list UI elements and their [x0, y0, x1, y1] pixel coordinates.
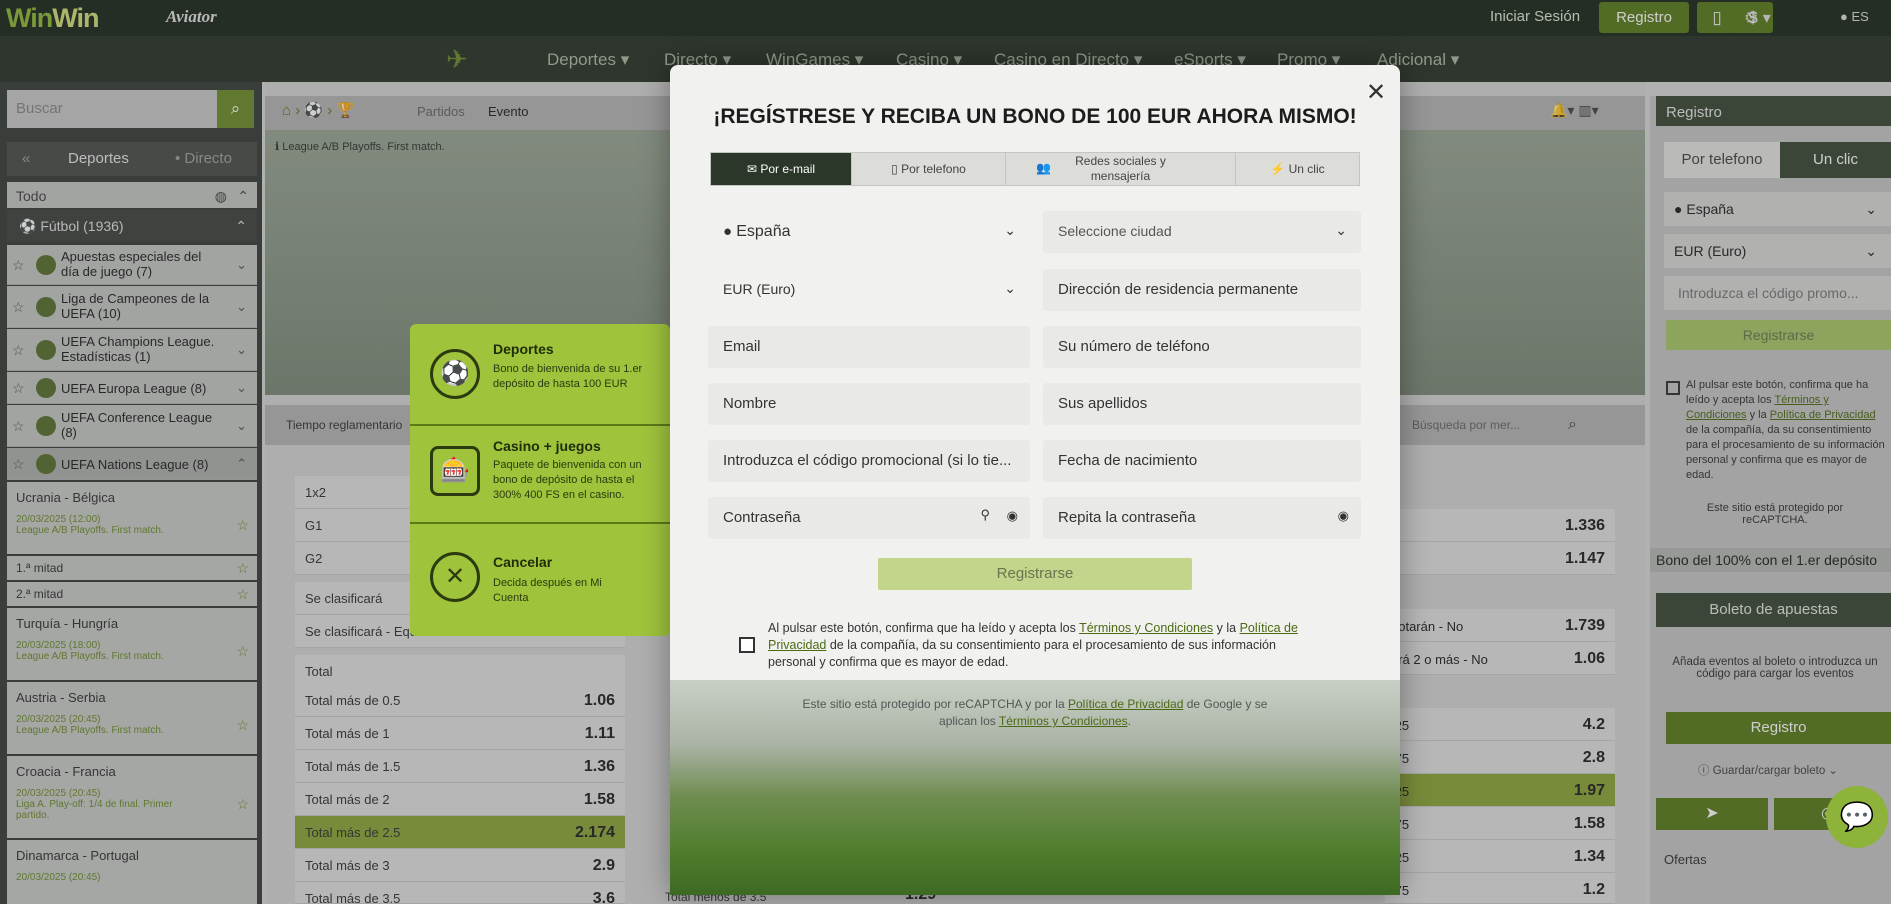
tab-label: Por telefono: [901, 162, 966, 176]
phone-field[interactable]: Su número de teléfono: [1043, 326, 1361, 368]
captcha-part: Este sitio está protegido por reCAPTCHA …: [802, 697, 1068, 711]
google-terms-link[interactable]: Términos y Condiciones: [999, 714, 1128, 728]
tab-label: Un clic: [1288, 162, 1325, 176]
promo-code-field[interactable]: Introduzca el código promocional (si lo …: [708, 440, 1030, 482]
address-input[interactable]: Dirección de residencia permanente: [1043, 269, 1361, 311]
country-label: España: [736, 223, 791, 240]
city-select[interactable]: Seleccione ciudad ⌄: [1043, 211, 1361, 253]
bonus-option-title: Casino + juegos: [493, 438, 601, 454]
bonus-option-sports[interactable]: ⚽ Deportes Bono de bienvenida de su 1.er…: [410, 324, 670, 426]
bonus-choice-panel: ⚽ Deportes Bono de bienvenida de su 1.er…: [410, 324, 670, 636]
chevron-down-icon: ⌄: [1004, 222, 1016, 238]
google-privacy-link[interactable]: Política de Privacidad: [1068, 697, 1183, 711]
repeat-password-field[interactable]: Repita la contraseña ◉: [1043, 497, 1361, 539]
terms-link[interactable]: Términos y Condiciones: [1079, 621, 1213, 635]
birth-date-field[interactable]: Fecha de nacimiento: [1043, 440, 1361, 482]
terms-part: y la: [1213, 621, 1240, 635]
bonus-option-cancel[interactable]: ✕ Cancelar Decida después en Mi Cuenta: [410, 524, 670, 636]
slot-machine-icon: 🎰: [430, 446, 480, 496]
email-field[interactable]: Email: [708, 326, 1030, 368]
tab-label: Por e-mail: [760, 162, 816, 176]
football-icon: ⚽: [430, 349, 480, 399]
tab-social[interactable]: 👥 Redes sociales y mensajería: [1006, 153, 1236, 185]
tab-phone[interactable]: ▯ Por telefono: [852, 153, 1006, 185]
password-field[interactable]: Contraseña ⚲ ◉: [708, 497, 1030, 539]
bonus-option-casino[interactable]: 🎰 Casino + juegos Paquete de bienvenida …: [410, 426, 670, 524]
users-icon: 👥: [1036, 161, 1051, 175]
password-placeholder: Contraseña: [723, 509, 801, 526]
city-placeholder: Seleccione ciudad: [1058, 223, 1172, 239]
chevron-down-icon: ⌄: [1335, 222, 1347, 238]
repeat-password-placeholder: Repita la contraseña: [1058, 509, 1196, 526]
chat-icon[interactable]: 💬: [1826, 786, 1888, 848]
close-icon[interactable]: ✕: [1366, 78, 1386, 107]
currency-label: EUR (Euro): [723, 281, 796, 297]
tab-one-click[interactable]: ⚡ Un clic: [1236, 153, 1359, 185]
bonus-option-title: Deportes: [493, 341, 554, 357]
captcha-part: .: [1127, 714, 1131, 728]
eye-icon[interactable]: ◉: [1007, 508, 1018, 524]
bonus-option-desc: Paquete de bienvenida con un bono de dep…: [493, 459, 642, 501]
terms-text: Al pulsar este botón, confirma que ha le…: [768, 620, 1308, 671]
close-icon: ✕: [430, 552, 480, 602]
terms-part: Al pulsar este botón, confirma que ha le…: [768, 621, 1080, 635]
registration-tabs: ✉ Por e-mail ▯ Por telefono 👥 Redes socia…: [710, 152, 1360, 186]
flag-icon: ●: [723, 223, 733, 240]
terms-checkbox[interactable]: [739, 637, 755, 653]
key-icon[interactable]: ⚲: [980, 507, 990, 523]
tab-label: Redes sociales y mensajería: [1075, 154, 1166, 183]
last-name-field[interactable]: Sus apellidos: [1043, 383, 1361, 425]
bonus-option-desc: Bono de bienvenida de su 1.er depósito d…: [493, 363, 643, 390]
chevron-down-icon: ⌄: [1004, 280, 1016, 296]
country-select[interactable]: ● España ⌄: [708, 211, 1030, 253]
currency-select[interactable]: EUR (Euro) ⌄: [708, 269, 1030, 311]
bonus-option-title: Cancelar: [493, 554, 553, 570]
terms-part: de la compañía, da su consentimiento par…: [768, 638, 1276, 669]
eye-icon[interactable]: ◉: [1338, 508, 1349, 524]
first-name-field[interactable]: Nombre: [708, 383, 1030, 425]
bonus-option-desc: Decida después en Mi Cuenta: [493, 577, 602, 604]
modal-title: ¡REGÍSTRESE Y RECIBA UN BONO DE 100 EUR …: [713, 105, 1357, 128]
register-submit-button[interactable]: Registrarse: [878, 558, 1192, 590]
tab-email[interactable]: ✉ Por e-mail: [711, 153, 852, 185]
captcha-note: Este sitio está protegido por reCAPTCHA …: [800, 696, 1270, 730]
